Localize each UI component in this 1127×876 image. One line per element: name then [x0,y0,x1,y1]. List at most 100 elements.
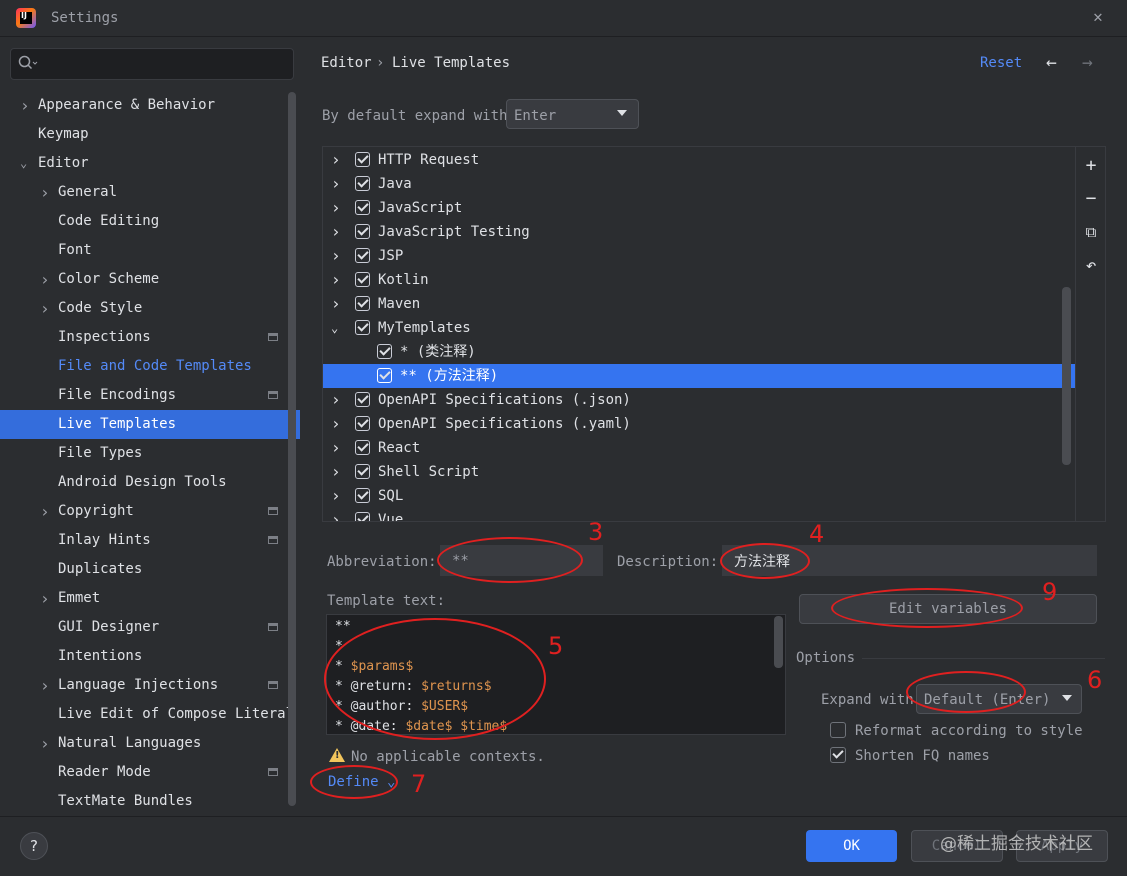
shorten-fq-label[interactable]: Shorten FQ names [855,748,990,764]
chevron-right-icon[interactable]: › [331,268,341,292]
reset-link[interactable]: Reset [980,55,1022,71]
sidebar-item[interactable]: Live Templates [0,410,300,439]
template-checkbox[interactable] [377,368,392,383]
sidebar-item[interactable]: › Copyright [0,497,300,526]
template-checkbox[interactable] [355,512,370,521]
template-group[interactable]: › Shell Script [323,460,1075,484]
chevron-right-icon[interactable]: › [331,484,341,508]
template-group[interactable]: ⌄ MyTemplates [323,316,1075,340]
chevron-right-icon[interactable]: › [20,91,32,120]
chevron-right-icon[interactable]: › [331,412,341,436]
sidebar-item[interactable]: › Emmet [0,584,300,613]
sidebar-item[interactable]: GUI Designer [0,613,300,642]
template-group[interactable]: › React [323,436,1075,460]
template-group[interactable]: › Kotlin [323,268,1075,292]
template-checkbox[interactable] [355,200,370,215]
close-icon[interactable]: ✕ [1087,6,1109,28]
sidebar-item[interactable]: Code Editing [0,207,300,236]
sidebar-item[interactable]: Android Design Tools [0,468,300,497]
chevron-right-icon[interactable]: › [331,292,341,316]
sidebar-item[interactable]: Duplicates [0,555,300,584]
remove-icon[interactable]: − [1080,188,1102,210]
sidebar-item[interactable]: File Types [0,439,300,468]
chevron-right-icon[interactable]: › [331,220,341,244]
template-group[interactable]: › Java [323,172,1075,196]
chevron-down-icon[interactable]: ⌄ [20,149,32,178]
template-checkbox[interactable] [355,152,370,167]
template-checkbox[interactable] [355,320,370,335]
chevron-right-icon[interactable]: › [331,196,341,220]
sidebar-item[interactable]: › General [0,178,300,207]
template-label: Shell Script [378,464,480,480]
template-group[interactable]: › HTTP Request [323,148,1075,172]
chevron-right-icon[interactable]: › [331,508,341,521]
sidebar-item[interactable]: Keymap [0,120,300,149]
chevron-right-icon[interactable]: › [40,497,52,526]
sidebar-item[interactable]: Intentions [0,642,300,671]
breadcrumb-editor[interactable]: Editor [321,55,372,71]
template-group[interactable]: › Maven [323,292,1075,316]
template-group[interactable]: › OpenAPI Specifications (.json) [323,388,1075,412]
sidebar-item[interactable]: File and Code Templates [0,352,300,381]
templates-tree[interactable]: › HTTP Request › Java › JavaScript › JavaScript… [322,146,1076,522]
sidebar-item[interactable]: › Language Injections [0,671,300,700]
sidebar-item[interactable]: ⌄ Editor [0,149,300,178]
chevron-right-icon[interactable]: › [331,244,341,268]
template-checkbox[interactable] [355,464,370,479]
chevron-right-icon[interactable]: › [331,172,341,196]
sidebar-item[interactable]: › Code Style [0,294,300,323]
ok-button[interactable]: OK [806,830,897,862]
copy-icon[interactable]: ⧉ [1080,221,1102,243]
shorten-fq-checkbox[interactable] [830,747,846,763]
sidebar-scrollbar[interactable] [288,92,296,806]
help-button[interactable]: ? [20,832,48,860]
sidebar-item[interactable]: Live Edit of Compose Literal [0,700,300,729]
template-group[interactable]: › JSP [323,244,1075,268]
template-group[interactable]: › SQL [323,484,1075,508]
template-item[interactable]: ** (方法注释) [323,364,1075,388]
add-icon[interactable]: + [1080,155,1102,177]
template-group[interactable]: › OpenAPI Specifications (.yaml) [323,412,1075,436]
sidebar-item[interactable]: › Appearance & Behavior [0,91,300,120]
template-checkbox[interactable] [355,440,370,455]
chevron-right-icon[interactable]: › [40,729,52,758]
template-checkbox[interactable] [355,488,370,503]
sidebar-item[interactable]: File Encodings [0,381,300,410]
reformat-checkbox[interactable] [830,722,846,738]
sidebar-item[interactable]: › Natural Languages [0,729,300,758]
chevron-right-icon[interactable]: › [40,671,52,700]
sidebar-item[interactable]: Inlay Hints [0,526,300,555]
template-group[interactable]: › JavaScript Testing [323,220,1075,244]
chevron-right-icon[interactable]: › [40,178,52,207]
sidebar-item[interactable]: TextMate Bundles [0,787,300,816]
chevron-right-icon[interactable]: › [331,436,341,460]
template-checkbox[interactable] [355,392,370,407]
sidebar-item[interactable]: Reader Mode [0,758,300,787]
template-checkbox[interactable] [355,296,370,311]
chevron-right-icon[interactable]: › [40,265,52,294]
sidebar-item[interactable]: Inspections [0,323,300,352]
template-checkbox[interactable] [377,344,392,359]
chevron-down-icon[interactable]: ⌄ [331,316,338,340]
template-checkbox[interactable] [355,224,370,239]
chevron-right-icon[interactable]: › [331,148,341,172]
sidebar-item[interactable]: › Color Scheme [0,265,300,294]
chevron-right-icon[interactable]: › [331,460,341,484]
back-arrow-icon[interactable]: ← [1046,52,1057,73]
restore-icon[interactable]: ↶ [1080,255,1102,277]
chevron-right-icon[interactable]: › [40,584,52,613]
template-checkbox[interactable] [355,176,370,191]
template-item[interactable]: * (类注释) [323,340,1075,364]
template-checkbox[interactable] [355,416,370,431]
template-group[interactable]: › Vue [323,508,1075,521]
chevron-right-icon[interactable]: › [331,388,341,412]
reformat-label[interactable]: Reformat according to style [855,723,1083,739]
template-checkbox[interactable] [355,272,370,287]
template-checkbox[interactable] [355,248,370,263]
chevron-right-icon[interactable]: › [40,294,52,323]
forward-arrow-icon[interactable]: → [1082,52,1093,73]
template-text-scrollbar[interactable] [774,616,783,668]
sidebar-item[interactable]: Font [0,236,300,265]
template-group[interactable]: › JavaScript [323,196,1075,220]
templates-scrollbar[interactable] [1062,287,1071,465]
